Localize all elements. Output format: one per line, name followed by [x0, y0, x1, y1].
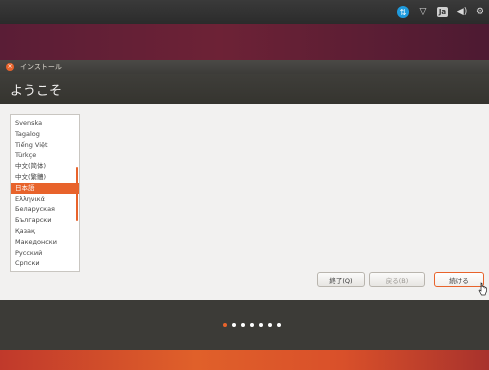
language-item[interactable]: Қазақ	[11, 226, 79, 237]
language-item[interactable]: Български	[11, 215, 79, 226]
network-icon[interactable]: ⇅	[397, 6, 409, 18]
keyboard-layout-label: Ja	[438, 8, 447, 16]
page-title: ようこそ	[10, 83, 63, 99]
settings-icon[interactable]: ⚙	[476, 6, 483, 18]
system-tray: ⇅ ▽ Ja ◀) ⚙	[397, 4, 483, 20]
language-item[interactable]: 中文(简体)	[11, 161, 79, 172]
step-dot	[276, 323, 281, 327]
close-icon[interactable]: ×	[6, 63, 14, 71]
wifi-icon[interactable]: ▽	[417, 6, 429, 18]
list-scrollbar[interactable]	[76, 167, 78, 221]
progress-footer	[0, 300, 489, 350]
step-dot	[258, 323, 263, 327]
step-dot	[267, 323, 272, 327]
main-content: Svenska Tagalog Tiếng Việt Türkçe 中文(简体)…	[0, 104, 489, 300]
keyboard-icon[interactable]: Ja	[437, 7, 448, 17]
language-item[interactable]: Svenska	[11, 118, 79, 129]
top-panel: ⇅ ▽ Ja ◀) ⚙	[0, 0, 489, 24]
window-titlebar: × インストール	[0, 60, 489, 74]
language-list[interactable]: Svenska Tagalog Tiếng Việt Türkçe 中文(简体)…	[10, 114, 80, 272]
step-dot	[231, 323, 236, 327]
step-dot	[249, 323, 254, 327]
language-item[interactable]: Tiếng Việt	[11, 140, 79, 151]
desktop-wallpaper-bottom	[0, 350, 489, 370]
quit-button[interactable]: 終了(Q)	[317, 272, 365, 287]
window-title: インストール	[20, 63, 62, 71]
step-dot-current	[222, 323, 227, 327]
language-item[interactable]: Српски	[11, 258, 79, 269]
desktop-wallpaper	[0, 24, 489, 60]
page-header: ようこそ	[0, 74, 489, 104]
language-item[interactable]: Русский	[11, 248, 79, 259]
language-item-selected[interactable]: 日本語	[11, 182, 79, 194]
back-button[interactable]: 戻る(B)	[369, 272, 425, 287]
mouse-cursor-icon	[478, 282, 487, 296]
language-item[interactable]: Беларуская	[11, 204, 79, 215]
language-item[interactable]: Türkçe	[11, 150, 79, 161]
continue-button[interactable]: 続ける	[434, 272, 484, 287]
language-item[interactable]: Ελληνικά	[11, 194, 79, 205]
step-indicator	[222, 323, 281, 327]
language-item[interactable]: 中文(繁體)	[11, 172, 79, 183]
language-item[interactable]: Македонски	[11, 237, 79, 248]
volume-icon[interactable]: ◀)	[456, 6, 468, 18]
installer-window: × インストール ようこそ Svenska Tagalog Tiếng Việt…	[0, 60, 489, 350]
step-dot	[240, 323, 245, 327]
language-item[interactable]: Tagalog	[11, 129, 79, 140]
